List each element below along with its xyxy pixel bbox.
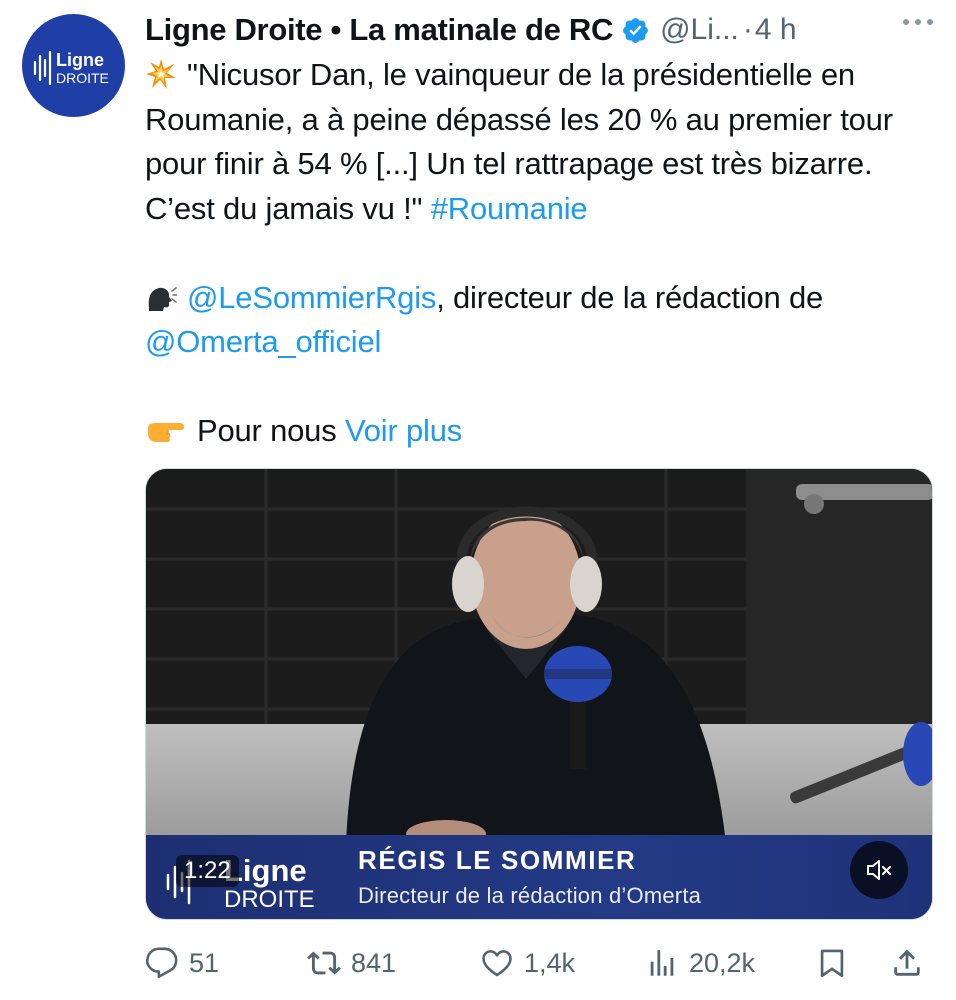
author-handle[interactable]: @Li... — [660, 13, 739, 47]
mention-lesommierrgis[interactable]: @LeSommierRgis — [187, 280, 436, 315]
reply-button[interactable]: 51 — [145, 940, 219, 986]
speaker-description: , directeur de la rédaction de — [436, 279, 824, 315]
header-separator: · — [742, 13, 753, 46]
verified-badge-icon[interactable] — [621, 16, 650, 45]
guest-name: RÉGIS LE SOMMIER — [358, 845, 637, 875]
tweet-actions: 51 841 1,4k 20,2k — [145, 940, 935, 986]
tweet-header: Ligne Droite • La matinale de RC @Li... … — [145, 8, 945, 52]
repost-icon — [307, 951, 341, 975]
repost-button[interactable]: 841 — [307, 940, 396, 986]
mention-omerta-officiel[interactable]: @Omerta_officiel — [145, 324, 381, 359]
bookmark-button[interactable] — [815, 940, 849, 986]
repost-count: 841 — [351, 947, 397, 978]
author-name[interactable]: Ligne Droite • La matinale de RC — [145, 12, 613, 48]
author-avatar[interactable]: Ligne DROITE — [22, 14, 125, 117]
share-icon — [894, 949, 920, 976]
lower-third-banner: Ligne DROITE RÉGIS LE SOMMIER Directeur … — [146, 835, 932, 919]
video-duration: 1:22 — [176, 855, 239, 887]
svg-text:DROITE: DROITE — [224, 886, 315, 913]
like-button[interactable]: 1,4k — [480, 940, 575, 986]
views-button[interactable]: 20,2k — [645, 940, 755, 986]
pointing-right-emoji — [148, 423, 184, 442]
like-icon — [482, 950, 512, 977]
see-more-link[interactable]: Voir plus — [345, 413, 462, 448]
ligne-droite-logo: Ligne DROITE — [33, 50, 109, 86]
guest-title: Directeur de la rédaction d’Omerta — [358, 883, 702, 908]
hashtag-roumanie[interactable]: #Roumanie — [431, 191, 588, 226]
video-player[interactable]: Ligne DROITE RÉGIS LE SOMMIER Directeur … — [145, 468, 933, 920]
tweet-body: "Nicusor Dan, le vainqueur de la préside… — [145, 53, 935, 454]
views-count: 20,2k — [689, 947, 756, 978]
speaking-head-emoji — [148, 286, 177, 311]
views-icon — [650, 950, 674, 976]
reply-icon — [145, 947, 178, 979]
collision-emoji — [146, 59, 176, 89]
reply-count: 51 — [189, 947, 220, 978]
more-prefix: Pour nous — [197, 413, 337, 448]
mute-button[interactable] — [850, 841, 908, 899]
tweet-timestamp[interactable]: 4 h — [755, 13, 797, 47]
svg-text:Ligne: Ligne — [56, 50, 104, 70]
bookmark-icon — [820, 949, 844, 978]
share-button[interactable] — [890, 940, 924, 986]
svg-text:DROITE: DROITE — [56, 70, 109, 86]
mute-icon — [867, 860, 891, 880]
like-count: 1,4k — [524, 947, 576, 978]
more-icon[interactable] — [898, 12, 938, 32]
